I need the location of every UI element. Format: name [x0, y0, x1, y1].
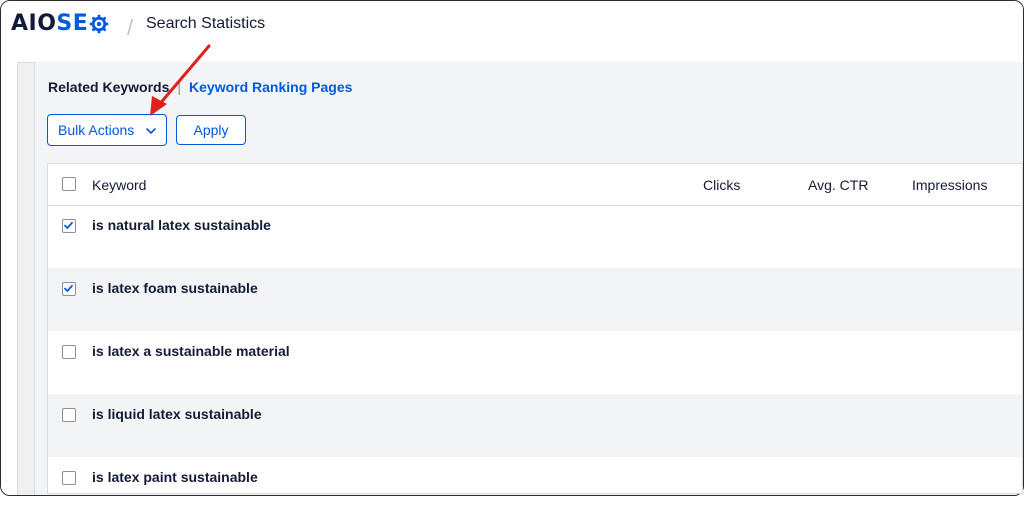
column-header-keyword[interactable]: Keyword [92, 177, 146, 193]
chevron-down-icon [145, 124, 157, 136]
breadcrumb-separator: / [127, 15, 134, 40]
table-row: is liquid latex sustainable [48, 394, 1022, 457]
keyword-tabs: Related Keywords | Keyword Ranking Pages [48, 79, 352, 95]
table-row: is latex a sustainable material [48, 331, 1022, 394]
tab-related-keywords[interactable]: Related Keywords [48, 79, 169, 95]
table-header: Keyword Clicks Avg. CTR Impressions [48, 164, 1022, 206]
apply-button[interactable]: Apply [176, 115, 246, 145]
left-sidebar-strip [1, 62, 18, 495]
table-row: is latex foam sustainable [48, 268, 1022, 331]
gear-icon [89, 14, 109, 34]
top-header: AIO SE / Search Statistics [1, 1, 1023, 63]
keywords-table: Keyword Clicks Avg. CTR Impressions is n… [47, 163, 1023, 494]
column-header-clicks[interactable]: Clicks [703, 177, 740, 193]
row-checkbox[interactable] [62, 471, 76, 485]
column-header-avg-ctr[interactable]: Avg. CTR [808, 177, 868, 193]
row-checkbox[interactable] [62, 282, 76, 296]
select-all-checkbox[interactable] [62, 177, 76, 191]
row-checkbox[interactable] [62, 345, 76, 359]
tab-keyword-ranking-pages[interactable]: Keyword Ranking Pages [189, 79, 352, 95]
checkmark-icon [64, 284, 73, 292]
logo-text-aio: AIO [11, 11, 57, 36]
logo-text-seo: SE [56, 11, 109, 36]
checkmark-icon [64, 221, 73, 229]
keyword-cell: is liquid latex sustainable [92, 406, 262, 422]
tab-separator: | [177, 79, 182, 95]
keyword-cell: is latex foam sustainable [92, 280, 258, 296]
bulk-actions-select[interactable]: Bulk Actions [47, 114, 167, 146]
logo-text-se: SE [56, 11, 89, 36]
bulk-actions-label: Bulk Actions [58, 122, 135, 138]
row-checkbox[interactable] [62, 408, 76, 422]
keyword-cell: is latex a sustainable material [92, 343, 290, 359]
keyword-cell: is natural latex sustainable [92, 217, 271, 233]
row-checkbox[interactable] [62, 219, 76, 233]
keyword-cell: is latex paint sustainable [92, 469, 258, 485]
table-row: is latex paint sustainable [48, 457, 1022, 520]
column-header-impressions[interactable]: Impressions [912, 177, 987, 193]
page-title: Search Statistics [146, 15, 266, 32]
table-row: is natural latex sustainable [48, 205, 1022, 268]
aioseo-logo: AIO SE [11, 11, 109, 36]
